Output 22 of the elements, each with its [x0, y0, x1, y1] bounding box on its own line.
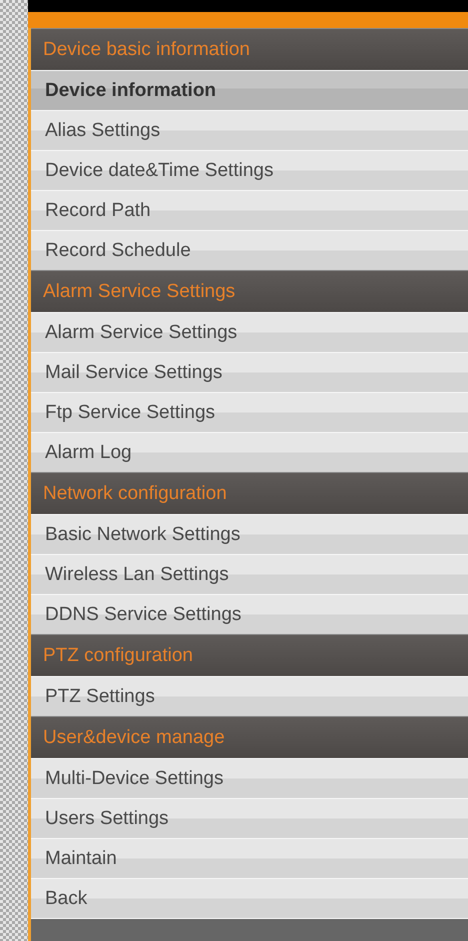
menu-item[interactable]: DDNS Service Settings — [31, 594, 468, 634]
menu-item[interactable]: Wireless Lan Settings — [31, 554, 468, 594]
section-header: PTZ configuration — [31, 634, 468, 676]
menu-item[interactable]: Users Settings — [31, 798, 468, 838]
menu-item[interactable]: Back — [31, 878, 468, 918]
menu-item[interactable]: Maintain — [31, 838, 468, 878]
menu-item[interactable]: Multi-Device Settings — [31, 758, 468, 798]
menu-item[interactable]: Record Path — [31, 190, 468, 230]
section-header: Device basic information — [31, 28, 468, 70]
menu-item[interactable]: Alarm Log — [31, 432, 468, 472]
menu-item[interactable]: Ftp Service Settings — [31, 392, 468, 432]
menu-item[interactable]: Mail Service Settings — [31, 352, 468, 392]
menu-item[interactable]: Device date&Time Settings — [31, 150, 468, 190]
menu-item[interactable]: Device information — [31, 70, 468, 110]
menu-item[interactable]: Basic Network Settings — [31, 514, 468, 554]
menu-item[interactable]: Alias Settings — [31, 110, 468, 150]
section-header: User&device manage — [31, 716, 468, 758]
section-header: Alarm Service Settings — [31, 270, 468, 312]
section-header: Network configuration — [31, 472, 468, 514]
menu-item[interactable]: PTZ Settings — [31, 676, 468, 716]
menu-item[interactable]: Record Schedule — [31, 230, 468, 270]
menu-item[interactable]: Alarm Service Settings — [31, 312, 468, 352]
